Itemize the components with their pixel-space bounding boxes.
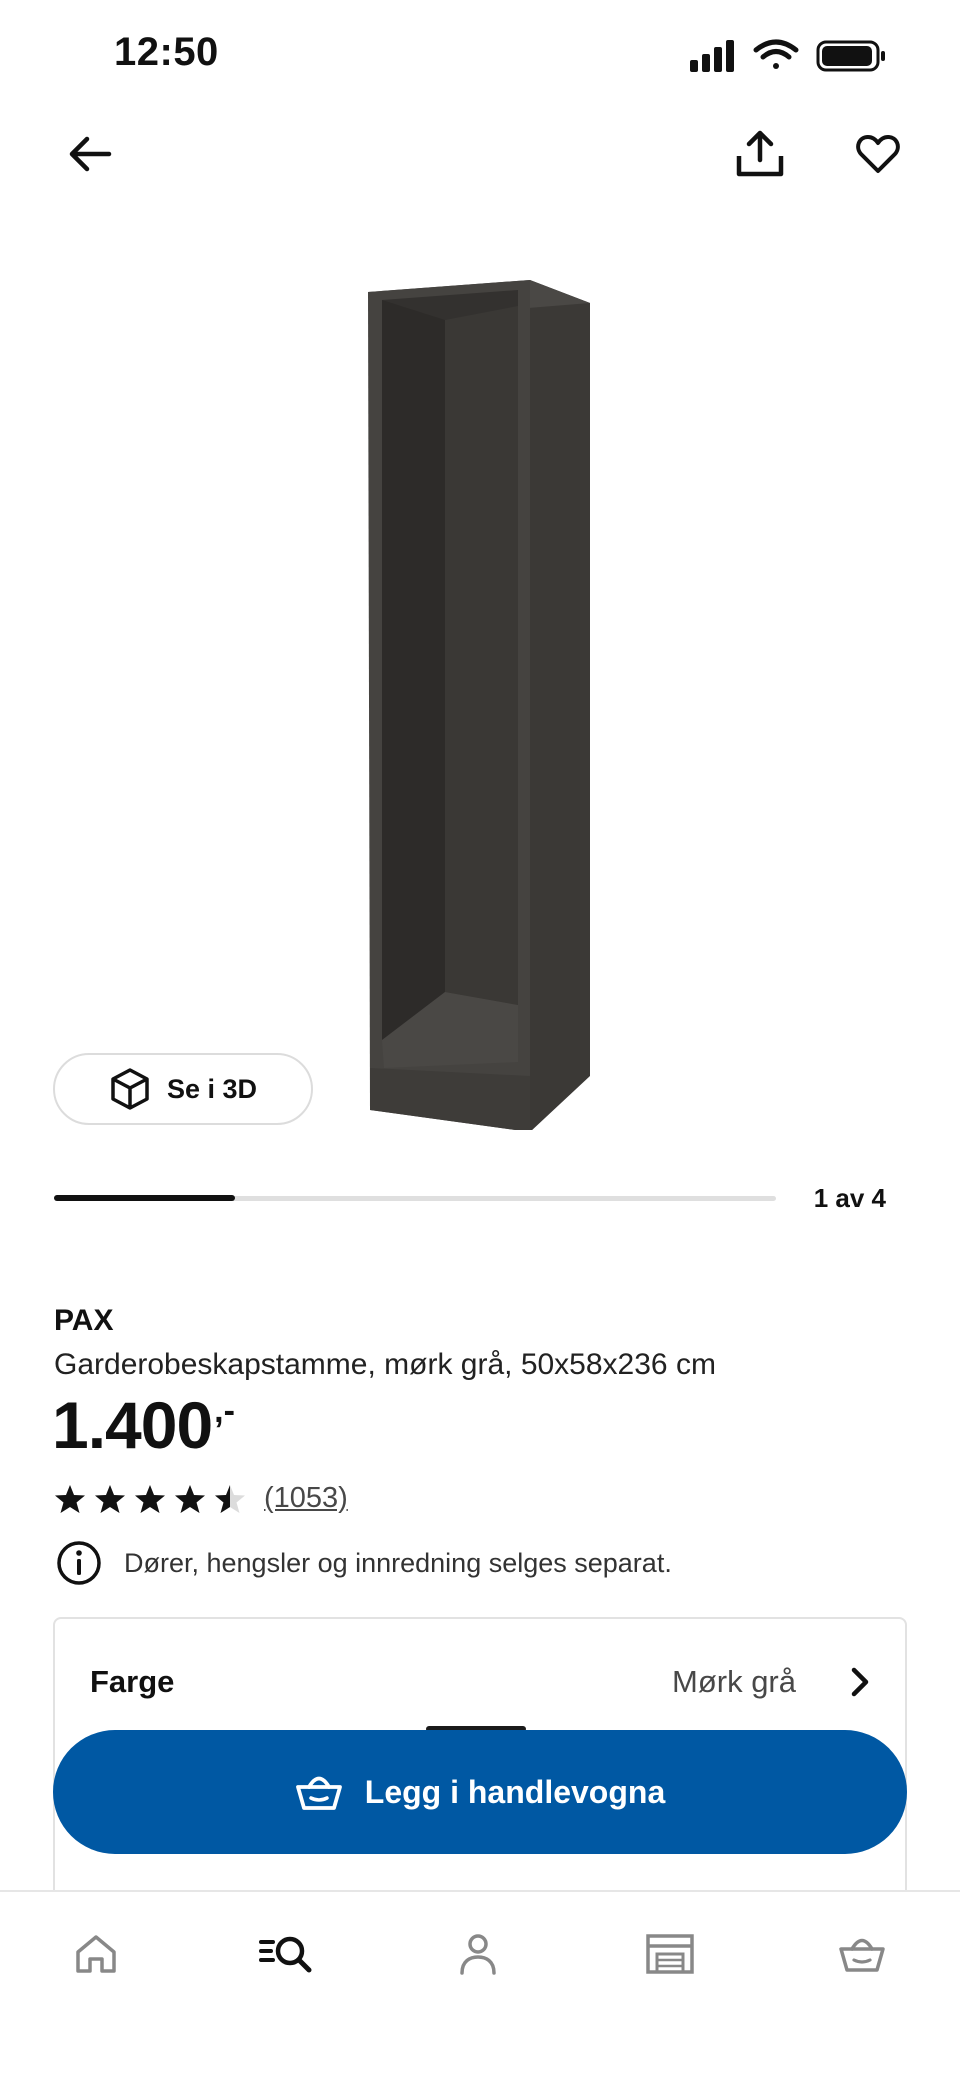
favorite-button[interactable]	[838, 114, 918, 194]
back-button[interactable]	[50, 114, 130, 194]
battery-icon	[816, 40, 885, 72]
cube-icon	[111, 1068, 149, 1110]
info-icon	[57, 1541, 101, 1585]
add-to-cart-button[interactable]: Legg i handlevogna	[53, 1730, 907, 1854]
star-icon	[55, 1484, 85, 1513]
arrow-left-icon	[69, 136, 112, 172]
product-price: 1.400 ,-	[52, 1392, 235, 1458]
nav-search[interactable]	[246, 1914, 326, 1994]
profile-icon	[460, 1934, 496, 1975]
basket-icon	[295, 1776, 342, 1810]
star-icon	[135, 1484, 165, 1513]
nav-cart[interactable]	[822, 1914, 902, 1994]
share-button[interactable]	[720, 114, 800, 194]
info-text: Dører, hengsler og innredning selges sep…	[124, 1547, 672, 1578]
status-icons	[690, 36, 890, 76]
price-value: 1.400	[52, 1388, 213, 1462]
rating-stars	[54, 1483, 246, 1515]
chevron-right-icon[interactable]	[840, 1662, 880, 1702]
heart-outline-icon	[856, 135, 900, 173]
store-icon	[646, 1934, 694, 1974]
search-icon	[259, 1936, 312, 1973]
add-to-cart-label: Legg i handlevogna	[364, 1773, 666, 1810]
star-icon	[95, 1484, 125, 1513]
view-3d-button[interactable]: Se i 3D	[53, 1053, 313, 1125]
color-option-label: Farge	[90, 1664, 175, 1699]
gallery-counter: 1 av 4	[813, 1183, 886, 1213]
product-image[interactable]	[350, 270, 600, 1132]
home-icon	[76, 1935, 116, 1973]
signal-icon	[690, 40, 734, 72]
price-suffix: ,-	[214, 1392, 235, 1430]
nav-profile[interactable]	[438, 1914, 518, 1994]
view-3d-label: Se i 3D	[166, 1073, 258, 1104]
nav-store[interactable]	[630, 1914, 710, 1994]
info-notice: Dører, hengsler og innredning selges sep…	[56, 1540, 672, 1586]
color-option-value: Mørk grå	[672, 1664, 796, 1699]
rating-row[interactable]: (1053)	[54, 1482, 348, 1515]
star-icon	[175, 1484, 205, 1513]
wifi-icon	[753, 39, 799, 69]
status-time: 12:50	[114, 30, 219, 74]
basket-icon	[839, 1938, 885, 1972]
product-brand: PAX	[54, 1304, 114, 1337]
nav-home[interactable]	[56, 1914, 136, 1994]
gallery-progress-fill	[54, 1195, 235, 1201]
product-description: Garderobeskapstamme, mørk grå, 50x58x236…	[54, 1348, 716, 1381]
gallery-progress	[54, 1195, 776, 1201]
star-icon	[215, 1484, 245, 1513]
review-count[interactable]: (1053)	[264, 1482, 348, 1515]
share-icon	[736, 130, 784, 177]
